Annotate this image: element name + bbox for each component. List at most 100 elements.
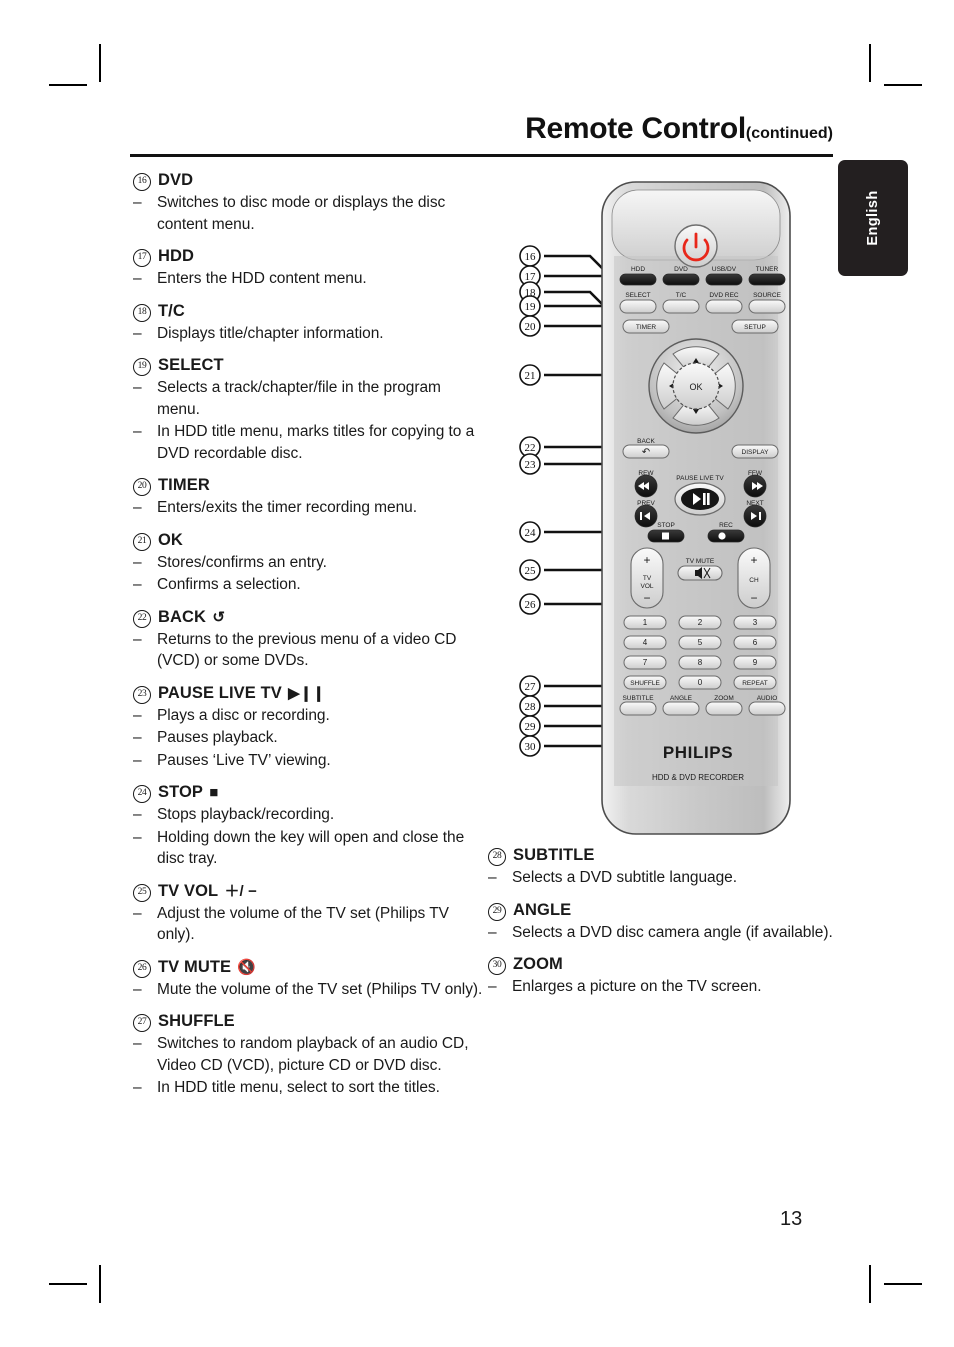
remote-key-entry: 18 T/C – Displays title/chapter information… <box>133 301 483 345</box>
svg-text:STOP: STOP <box>657 522 675 529</box>
entry-title: BACK ↺ <box>158 607 225 628</box>
svg-text:SETUP: SETUP <box>744 324 766 331</box>
crop-mark-top-left-vertical <box>99 44 101 82</box>
entry-heading: 26 TV MUTE 🔇 <box>133 957 483 978</box>
entry-title: SUBTITLE <box>513 845 594 866</box>
bullet-text: Mute the volume of the TV set (Philips T… <box>157 980 483 998</box>
remote-key-entry: 28 SUBTITLE – Selects a DVD subtitle langua… <box>488 845 838 889</box>
bullet-text: Stops playback/recording. <box>157 806 335 823</box>
svg-text:27: 27 <box>525 681 537 693</box>
entry-title-symbol-icon: ↺ <box>208 608 226 626</box>
svg-text:6: 6 <box>753 638 758 647</box>
entry-number-badge: 23 <box>133 685 151 704</box>
svg-text:ANGLE: ANGLE <box>670 695 693 702</box>
minus-icon: − <box>643 591 650 605</box>
svg-text:CH: CH <box>749 577 759 584</box>
entry-heading: 30 ZOOM <box>488 954 838 975</box>
svg-text:16: 16 <box>525 251 537 263</box>
page-number: 13 <box>780 1208 803 1230</box>
entry-number-badge: 25 <box>133 883 151 902</box>
entry-number-badge: 21 <box>133 532 151 551</box>
crop-mark-bottom-right-vertical <box>869 1265 871 1303</box>
entry-bullet: – In HDD title menu, select to sort the t… <box>133 1077 483 1099</box>
shuffle-zero-repeat-row: SHUFFLE 0 REPEAT <box>623 675 777 690</box>
entry-title: PAUSE LIVE TV ▶❙❙ <box>158 683 325 704</box>
entry-number-badge: 19 <box>133 358 151 376</box>
entry-title: SELECT <box>158 355 224 376</box>
remote-key-entry: 30 ZOOM – Enlarges a picture on the TV scre… <box>488 954 838 998</box>
entry-heading: 28 SUBTITLE <box>488 845 838 866</box>
entry-title-symbol-icon: ＋/ − <box>220 882 257 900</box>
entry-bullet: – Holding down the key will open and clos… <box>133 827 483 870</box>
back-arrow-icon: ↶ <box>642 447 650 458</box>
bullet-text: Selects a track/chapter/file in the prog… <box>157 379 441 418</box>
entry-title-text: TIMER <box>158 476 210 494</box>
svg-text:23: 23 <box>525 459 537 471</box>
entry-title: SHUFFLE <box>158 1011 235 1032</box>
entry-title: TV VOL ＋/ − <box>158 881 257 902</box>
entry-bullet: – Pauses ‘Live TV’ viewing. <box>133 750 483 772</box>
power-button <box>674 224 718 268</box>
navigation-ring: OK <box>648 338 744 434</box>
entry-heading: 16 DVD <box>133 170 483 191</box>
svg-text:SHUFFLE: SHUFFLE <box>630 680 660 687</box>
entry-bullet: – Switches to random playback of an audio… <box>133 1033 483 1076</box>
bullet-dash-icon: – <box>133 1035 142 1052</box>
crop-mark-bottom-left-vertical <box>99 1265 101 1303</box>
entry-title: DVD <box>158 170 193 191</box>
svg-text:29: 29 <box>525 721 537 733</box>
entry-title-text: ZOOM <box>513 955 563 973</box>
svg-text:AUDIO: AUDIO <box>757 695 778 702</box>
bullet-dash-icon: – <box>133 1079 142 1096</box>
language-tab-label: English <box>865 190 881 246</box>
svg-text:0: 0 <box>698 678 703 687</box>
entry-bullet: – Switches to disc mode or displays the d… <box>133 192 483 235</box>
svg-text:DVD: DVD <box>674 266 688 273</box>
entry-title: ANGLE <box>513 900 571 921</box>
crop-mark-bottom-right-horizontal <box>884 1283 922 1285</box>
remote-key-entry: 25 TV VOL ＋/ − – Adjust the volume of the T… <box>133 881 483 946</box>
page-header: Remote Control(continued) <box>130 112 833 146</box>
svg-text:28: 28 <box>525 701 537 713</box>
entry-bullet: – Enlarges a picture on the TV screen. <box>488 976 838 998</box>
minus-icon-ch: − <box>750 591 757 605</box>
remote-key-entry: 26 TV MUTE 🔇 – Mute the volume of the TV se… <box>133 957 483 1001</box>
entry-bullet: – Enters/exits the timer recording menu. <box>133 497 483 519</box>
svg-text:TV: TV <box>643 575 652 582</box>
bullet-dash-icon: – <box>133 270 142 287</box>
entry-number-badge: 17 <box>133 249 151 267</box>
entry-number-badge: 18 <box>133 303 151 322</box>
remote-control-diagram: 16 17 18 19 20 21 22 23 24 25 26 27 28 2… <box>498 178 798 843</box>
bullet-dash-icon: – <box>133 576 142 593</box>
svg-text:4: 4 <box>643 638 648 647</box>
entry-title: TV MUTE 🔇 <box>158 957 256 978</box>
entry-bullet: – Confirms a selection. <box>133 574 483 596</box>
svg-text:17: 17 <box>525 271 537 283</box>
bullet-dash-icon: – <box>488 869 497 886</box>
entry-title-text: SUBTITLE <box>513 846 595 864</box>
bullet-text: Plays a disc or recording. <box>157 706 330 724</box>
entry-title: ZOOM <box>513 954 563 975</box>
callout-numbers: 16 17 18 19 20 21 22 23 24 25 26 27 28 2… <box>519 245 541 757</box>
svg-text:OK: OK <box>689 382 702 392</box>
plus-icon: + <box>643 553 650 567</box>
entry-title-text: TV VOL <box>158 881 219 900</box>
entry-heading: 29 ANGLE <box>488 900 838 921</box>
philips-logo: PHILIPS <box>663 743 733 762</box>
record-icon <box>718 532 726 540</box>
bullet-dash-icon: – <box>133 806 142 823</box>
entry-title: HDD <box>158 246 194 267</box>
remote-key-entry: 21 OK – Stores/confirms an entry. – Confirms … <box>133 530 483 596</box>
svg-text:3: 3 <box>753 618 758 627</box>
bullet-text: In HDD title menu, select to sort the ti… <box>157 1079 440 1096</box>
svg-text:2: 2 <box>698 618 703 627</box>
entry-heading: 20 TIMER <box>133 475 483 496</box>
entry-title-text: TV MUTE <box>158 957 232 976</box>
entry-title-symbol-icon: 🔇 <box>233 958 257 976</box>
remote-key-entry: 23 PAUSE LIVE TV ▶❙❙ – Plays a disc or reco… <box>133 683 483 772</box>
entry-heading: 18 T/C <box>133 301 483 322</box>
svg-text:8: 8 <box>698 658 703 667</box>
entry-heading: 27 SHUFFLE <box>133 1011 483 1032</box>
svg-text:7: 7 <box>643 658 648 667</box>
remote-key-entry: 22 BACK ↺ – Returns to the previous menu of… <box>133 607 483 672</box>
